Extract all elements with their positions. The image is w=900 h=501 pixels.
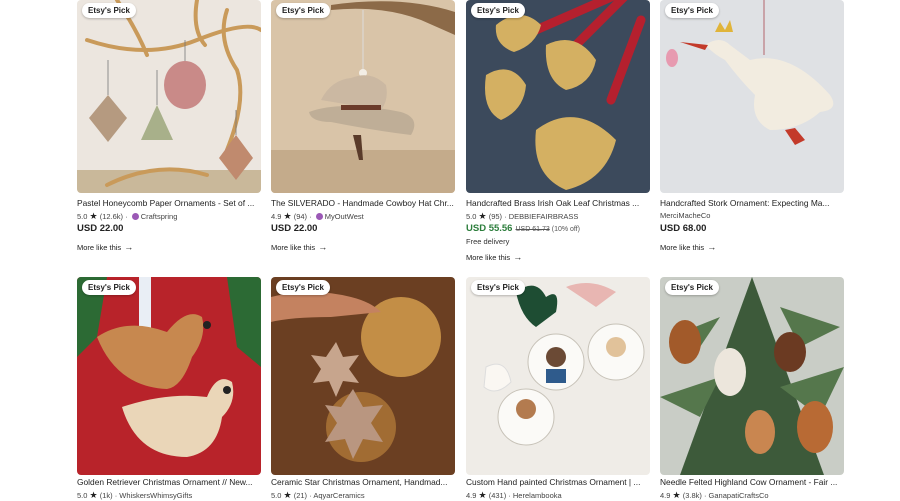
star-icon: ★ [478,211,487,221]
sale-price: USD 55.56 [466,223,513,234]
product-title[interactable]: Pastel Honeycomb Paper Ornaments - Set o… [77,198,261,209]
product-card[interactable]: Etsy's Pick Handcrafted Stork Ornament: … [660,0,844,254]
product-price: USD 55.56 USD 61.73 (10% off) [466,222,650,236]
etsys-pick-badge: Etsy's Pick [82,3,136,18]
product-price: USD 22.00 [77,223,124,234]
more-like-this-label: More like this [466,253,511,262]
product-card[interactable]: Etsy's Pick Golden Retriever Christmas O… [77,277,261,501]
etsys-pick-badge: Etsy's Pick [665,280,719,295]
shop-name[interactable]: WhiskersWhimsyGifts [119,491,192,500]
star-icon: ★ [672,490,681,500]
star-icon: ★ [283,211,292,221]
shop-name[interactable]: AqyarCeramics [313,491,364,500]
etsys-pick-badge: Etsy's Pick [276,280,330,295]
rating-value: 5.0 [77,491,88,500]
product-image[interactable]: Etsy's Pick [466,0,650,193]
more-like-this-link[interactable]: More like this → [77,240,261,254]
arrow-right-icon: → [513,252,523,262]
product-image[interactable]: Etsy's Pick [271,0,455,193]
star-seller-icon [131,213,139,220]
rating-value: 4.9 [466,491,477,500]
discount: (10% off) [551,226,581,233]
product-image[interactable]: Etsy's Pick [271,277,455,475]
arrow-right-icon: → [318,242,328,252]
product-title[interactable]: Handcrafted Stork Ornament: Expecting Ma… [660,198,844,209]
star-icon: ★ [283,490,292,500]
product-title[interactable]: Ceramic Star Christmas Ornament, Handmad… [271,477,455,488]
product-card[interactable]: Etsy's Pick Ceramic Star Christmas Ornam… [271,277,455,501]
product-image[interactable]: Etsy's Pick [466,277,650,475]
product-image[interactable]: Etsy's Pick [660,277,844,475]
rating-value: 5.0 [271,491,282,500]
product-title[interactable]: The SILVERADO - Handmade Cowboy Hat Chr.… [271,198,455,209]
star-icon: ★ [89,490,98,500]
star-seller-icon [315,213,323,220]
review-count: (1k) [99,491,113,500]
product-rating: 5.0 ★ (1k) · WhiskersWhimsyGifts [77,490,193,500]
review-count: (95) [488,212,503,221]
original-price: USD 61.73 [515,226,550,233]
product-price: USD 22.00 [271,223,318,234]
review-count: (431) [488,491,507,500]
star-icon: ★ [478,490,487,500]
review-count: (3.8k) [682,491,702,500]
shop-name[interactable]: GanapatiCraftsCo [709,491,769,500]
product-title[interactable]: Needle Felted Highland Cow Ornament - Fa… [660,477,844,488]
product-price: USD 68.00 [660,223,707,234]
more-like-this-link[interactable]: More like this → [660,240,844,254]
etsys-pick-badge: Etsy's Pick [665,3,719,18]
shop-name[interactable]: MerciMacheCo [660,210,844,222]
rating-value: 5.0 [466,212,477,221]
product-rating: 5.0 ★ (21) · AqyarCeramics [271,490,365,500]
product-rating: 5.0 ★ (12.6k) · Craftspring [77,211,178,221]
more-like-this-link[interactable]: More like this → [466,250,650,264]
product-rating: 4.9 ★ (94) · MyOutWest [271,211,364,221]
product-title[interactable]: Handcrafted Brass Irish Oak Leaf Christm… [466,198,650,209]
product-title[interactable]: Golden Retriever Christmas Ornament // N… [77,477,261,488]
product-card[interactable]: Etsy's Pick Needle Felted Highland Cow O… [660,277,844,501]
rating-value: 5.0 [77,212,88,221]
etsys-pick-badge: Etsy's Pick [82,280,136,295]
product-image[interactable]: Etsy's Pick [660,0,844,193]
product-card[interactable]: Etsy's Pick Custom Hand painted Christma… [466,277,650,501]
rating-value: 4.9 [660,491,671,500]
review-count: (94) [293,212,308,221]
review-count: (12.6k) [99,212,124,221]
product-image[interactable]: Etsy's Pick [77,277,261,475]
more-like-this-label: More like this [660,243,705,252]
shop-name[interactable]: DEBBIEFAIRBRASS [509,212,579,221]
more-like-this-link[interactable]: More like this → [271,240,455,254]
more-like-this-label: More like this [77,243,122,252]
more-like-this-label: More like this [271,243,316,252]
etsys-pick-badge: Etsy's Pick [276,3,330,18]
product-rating: 4.9 ★ (431) · Herelambooka [466,490,562,500]
review-count: (21) [293,491,308,500]
rating-value: 4.9 [271,212,282,221]
product-rating: 5.0 ★ (95) · DEBBIEFAIRBRASS [466,211,579,221]
product-card[interactable]: Etsy's Pick The SILVERADO - Handmade Cow… [271,0,455,254]
shop-name[interactable]: Herelambooka [513,491,562,500]
shop-name[interactable]: Craftspring [141,212,178,221]
arrow-right-icon: → [124,242,134,252]
etsys-pick-badge: Etsy's Pick [471,3,525,18]
arrow-right-icon: → [707,242,717,252]
shop-name[interactable]: MyOutWest [325,212,364,221]
etsys-pick-badge: Etsy's Pick [471,280,525,295]
product-card[interactable]: Etsy's Pick Pastel Honeycomb Paper Ornam… [77,0,261,254]
product-image[interactable]: Etsy's Pick [77,0,261,193]
product-rating: 4.9 ★ (3.8k) · GanapatiCraftsCo [660,490,769,500]
product-card[interactable]: Etsy's Pick Handcrafted Brass Irish Oak … [466,0,650,264]
free-delivery: Free delivery [466,237,510,246]
star-icon: ★ [89,211,98,221]
product-title[interactable]: Custom Hand painted Christmas Ornament |… [466,477,650,488]
